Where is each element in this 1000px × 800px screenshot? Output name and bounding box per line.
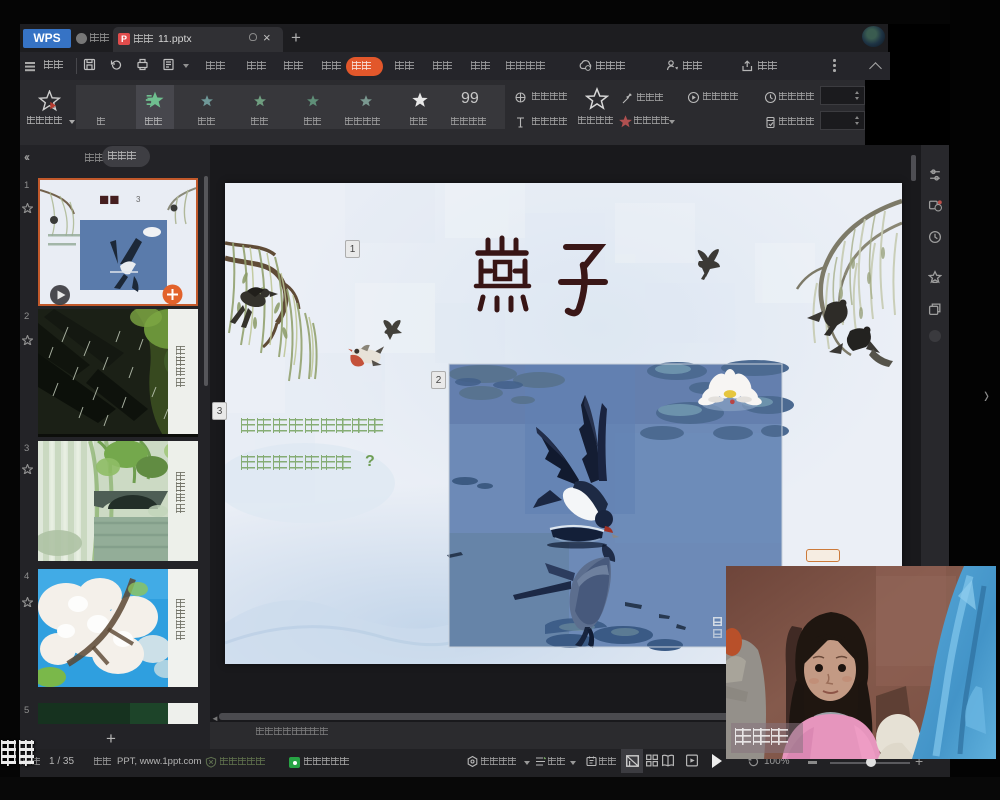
svg-text:■■: ■■ — [99, 190, 120, 209]
svg-text:3: 3 — [136, 195, 141, 204]
